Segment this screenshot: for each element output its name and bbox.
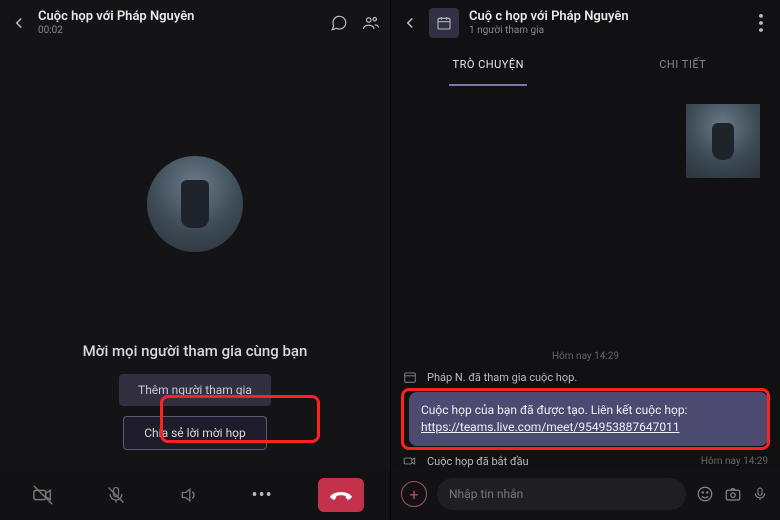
participant-video-thumb[interactable]: [686, 104, 760, 178]
back-button[interactable]: [10, 14, 28, 32]
call-controls: •••: [0, 470, 390, 520]
call-title: Cuộc họp với Pháp Nguyên: [38, 10, 320, 24]
call-timer: 00:02: [38, 25, 320, 36]
tab-chat[interactable]: TRÒ CHUYỆN: [391, 46, 586, 86]
more-options[interactable]: •••: [245, 478, 279, 512]
people-icon[interactable]: [362, 14, 380, 32]
invite-buttons: Thêm người tham gia Chia sẻ lời mời họp: [0, 374, 390, 450]
started-text: Cuộc họp đã bắt đầu: [427, 455, 693, 468]
compose-bar: + Nhập tin nhắn: [391, 468, 780, 520]
day-divider: Hôm nay 14:29: [403, 351, 768, 362]
chat-icon[interactable]: [330, 14, 348, 32]
share-invite-button[interactable]: Chia sẻ lời mời họp: [123, 416, 267, 450]
chat-message-list: Hôm nay 14:29 Pháp N. đã tham gia cuộc h…: [391, 180, 780, 468]
video-small-icon: [403, 454, 419, 468]
meeting-call-screen: Cuộc họp với Pháp Nguyên 00:02 Mời mọi n…: [0, 0, 390, 520]
overflow-menu[interactable]: •••: [749, 12, 770, 33]
calendar-icon: [429, 8, 459, 38]
participant-count: 1 người tham gia: [469, 25, 739, 36]
meeting-chat-screen: Cuộ c họp với Pháp Nguyên 1 người tham g…: [390, 0, 780, 520]
mic-toggle[interactable]: [99, 478, 133, 512]
call-topbar: Cuộc họp với Pháp Nguyên 00:02: [0, 0, 390, 46]
chat-tabs: TRÒ CHUYỆN CHI TIẾT: [391, 46, 780, 86]
hangup-button[interactable]: [318, 478, 364, 512]
system-join-event: Pháp N. đã tham gia cuộc họp.: [403, 370, 768, 384]
calendar-small-icon: [403, 370, 419, 384]
mic-icon[interactable]: [752, 485, 770, 503]
add-attachment-button[interactable]: +: [401, 481, 427, 507]
meeting-created-text: Cuộc họp của bạn đã được tạo. Liên kết c…: [421, 403, 687, 417]
join-event-text: Pháp N. đã tham gia cuộc họp.: [427, 371, 768, 384]
started-timestamp: Hôm nay 14:29: [701, 456, 768, 467]
tab-details[interactable]: CHI TIẾT: [586, 46, 780, 86]
speaker-toggle[interactable]: [172, 478, 206, 512]
camera-icon[interactable]: [724, 485, 742, 503]
chat-title: Cuộ c họp với Pháp Nguyên: [469, 10, 739, 24]
back-button[interactable]: [401, 14, 419, 32]
emoji-icon[interactable]: [696, 485, 714, 503]
invite-prompt: Mời mọi người tham gia cùng bạn: [0, 342, 390, 360]
add-people-button[interactable]: Thêm người tham gia: [119, 374, 271, 406]
camera-toggle[interactable]: [26, 478, 60, 512]
chat-topbar: Cuộ c họp với Pháp Nguyên 1 người tham g…: [391, 0, 780, 46]
participant-avatar: [147, 156, 243, 252]
message-input[interactable]: Nhập tin nhắn: [437, 478, 686, 510]
meeting-created-message[interactable]: Cuộc họp của bạn đã được tạo. Liên kết c…: [409, 392, 768, 446]
system-started-event: Cuộc họp đã bắt đầu Hôm nay 14:29: [403, 454, 768, 468]
meeting-link[interactable]: https://teams.live.com/meet/954953887647…: [421, 420, 680, 434]
